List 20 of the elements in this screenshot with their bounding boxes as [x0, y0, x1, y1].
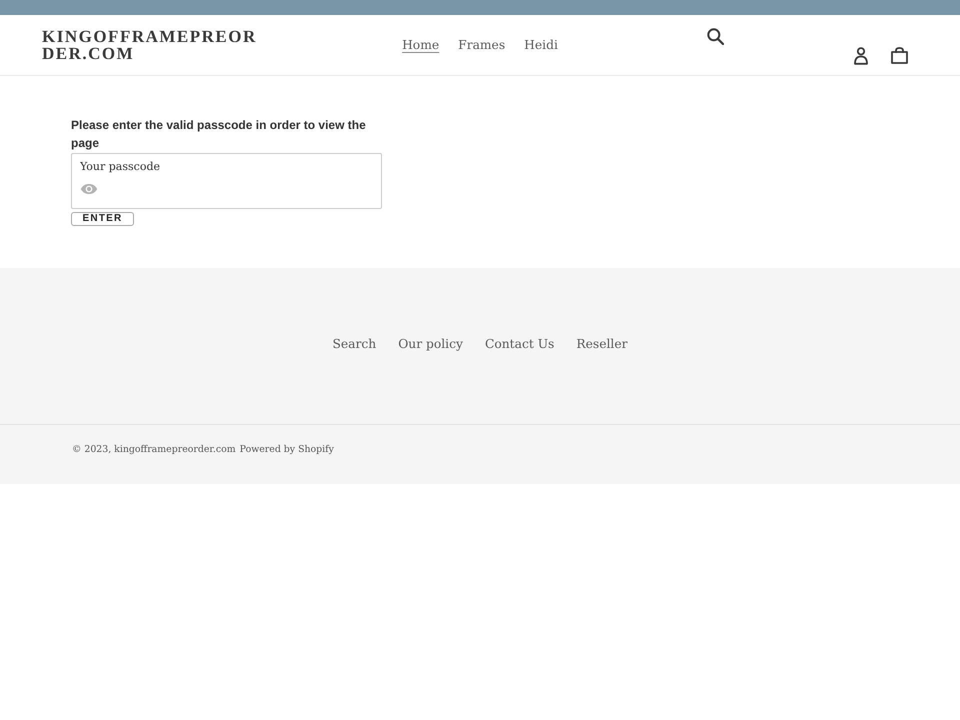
search-icon: [707, 28, 724, 45]
copyright-text: © 2023, kingofframepreorder.com: [72, 443, 236, 456]
account-icon: [854, 47, 868, 65]
passcode-prompt: Please enter the valid passcode in order to view the page: [71, 117, 367, 152]
passcode-input[interactable]: Your passcode: [80, 157, 373, 175]
nav-link[interactable]: Heidi: [524, 37, 558, 53]
footer-link[interactable]: Contact Us: [484, 336, 554, 352]
passcode-field[interactable]: Your passcode: [71, 153, 382, 209]
search-button[interactable]: [707, 28, 724, 45]
cart-button[interactable]: [891, 47, 908, 64]
powered-by-link[interactable]: Powered by Shopify: [240, 443, 334, 456]
account-button[interactable]: [854, 47, 868, 65]
nav-link[interactable]: Home: [402, 37, 440, 53]
footer-link[interactable]: Our policy: [398, 336, 463, 352]
nav-link[interactable]: Frames: [458, 37, 506, 53]
enter-button[interactable]: ENTER: [71, 212, 134, 226]
store-logo[interactable]: KINGOFFRAMEPREORDER.COM: [42, 28, 270, 62]
shopping-bag-icon: [891, 47, 908, 64]
footer-link[interactable]: Reseller: [576, 336, 628, 352]
footer-link[interactable]: Search: [332, 336, 376, 352]
